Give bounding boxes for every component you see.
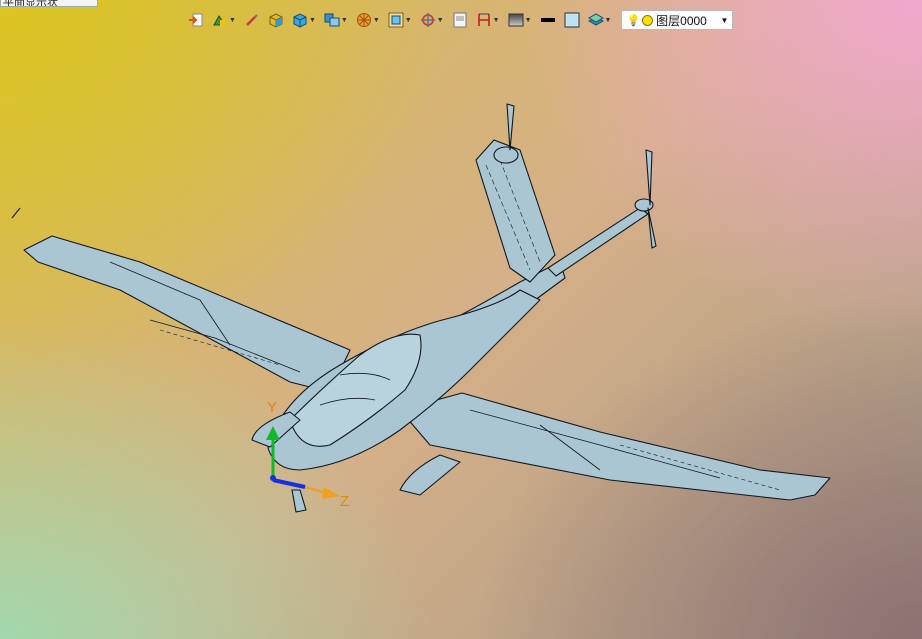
fin-propeller-blade — [506, 103, 515, 151]
aircraft-model[interactable]: Y Z — [0, 0, 922, 639]
vertical-tail — [475, 139, 556, 283]
tail-propeller-blade — [645, 149, 653, 206]
left-wing — [23, 235, 351, 393]
y-axis-label: Y — [267, 399, 277, 416]
tail-rod — [547, 207, 649, 277]
nose-gear — [291, 489, 307, 513]
tail-propeller-blade — [647, 207, 657, 249]
right-engine-pod — [399, 454, 461, 496]
right-wing — [399, 392, 831, 501]
z-axis-label: Z — [340, 493, 349, 510]
3d-viewport[interactable]: 平面显示状 ▼ ▼ ▼ ▼ ▼ ▼ ▼ ▼ ▼ 💡 图层0000 ▼ Y Z — [0, 0, 922, 639]
